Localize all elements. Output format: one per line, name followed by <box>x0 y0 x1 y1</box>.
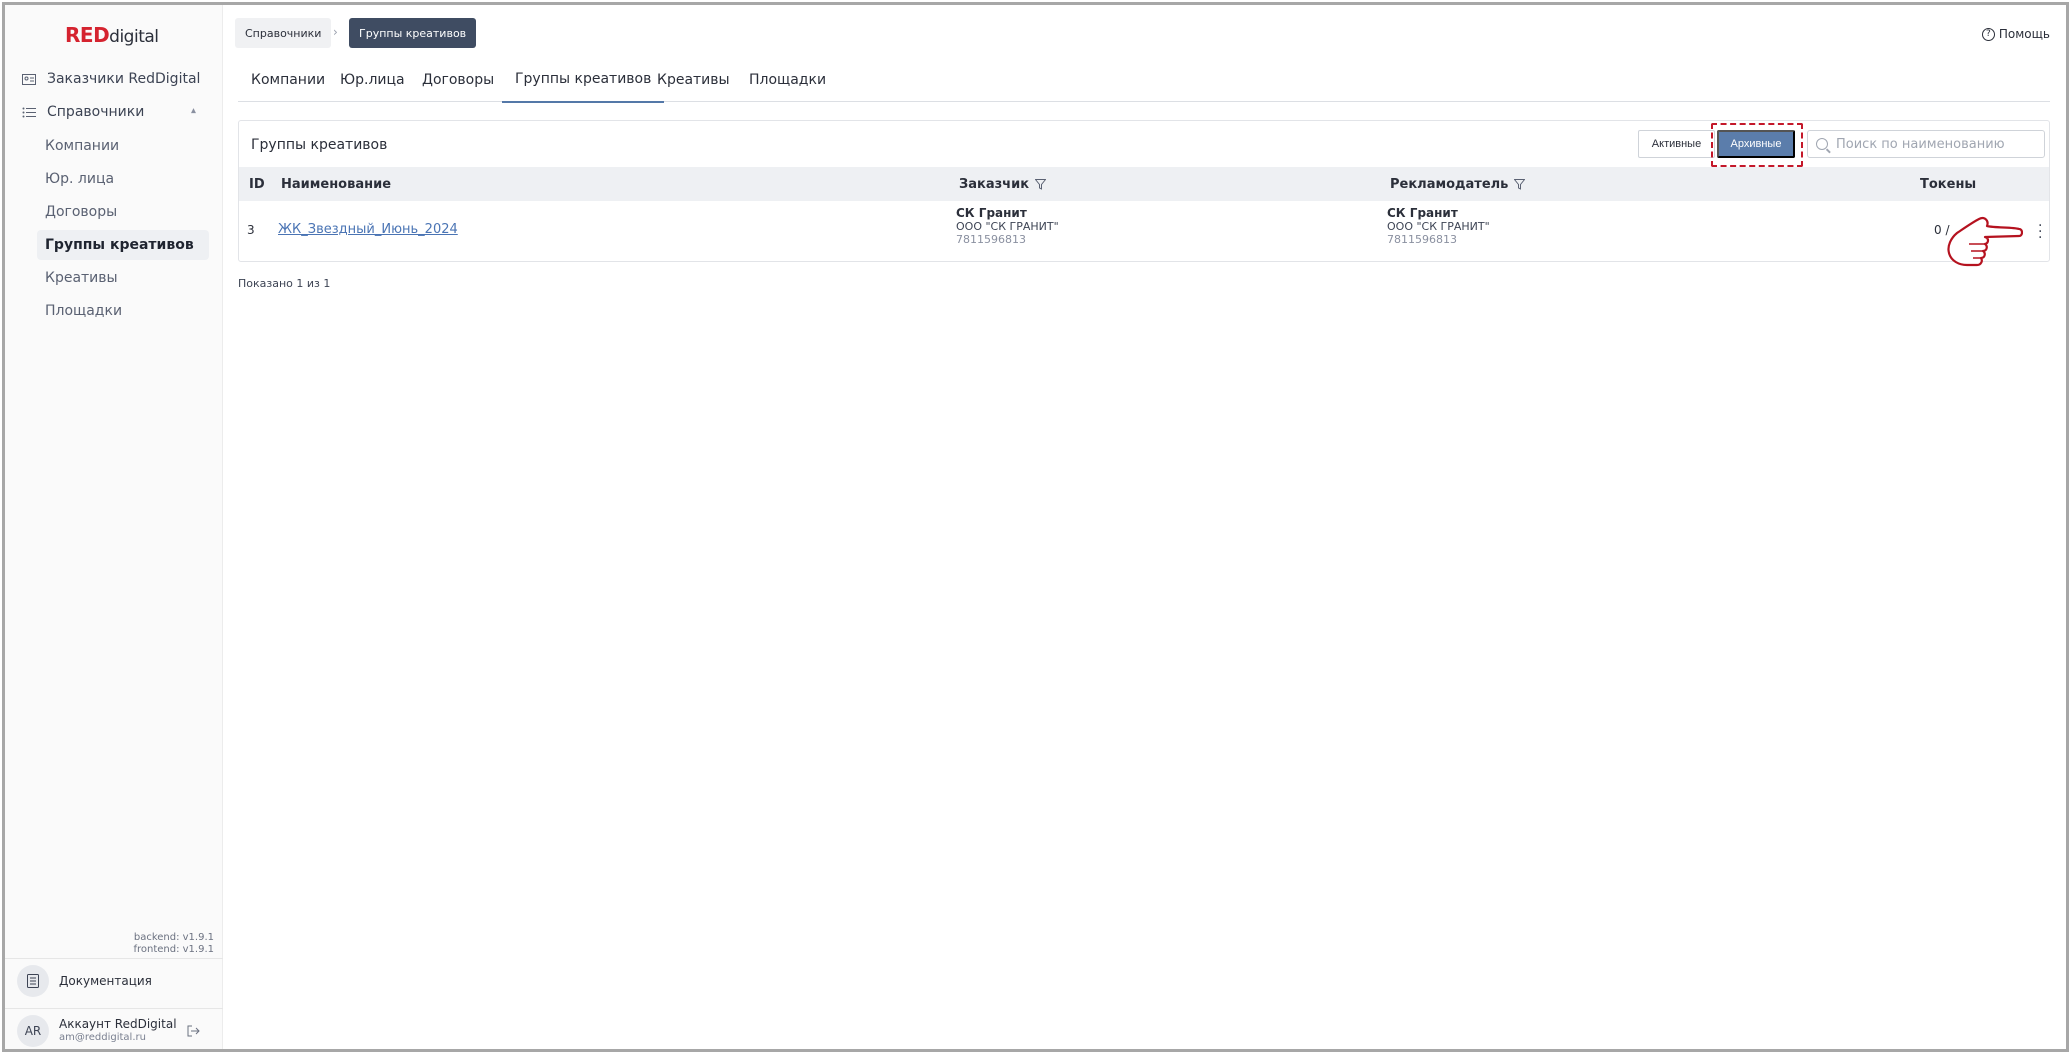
app-window: REDdigital Заказчики RedDigital Справочн… <box>2 2 2069 1052</box>
tab-legal-entities[interactable]: Юр.лица <box>327 57 418 102</box>
sidebar-item-customers[interactable]: Заказчики RedDigital <box>21 71 200 87</box>
advertiser-name: СК Гранит <box>1387 206 1458 220</box>
help-link[interactable]: ? Помощь <box>1981 27 2050 41</box>
customer-org: ООО "СК ГРАНИТ" <box>956 220 1059 233</box>
table-header: ID Наименование Заказчик Рекламодатель Т… <box>239 167 2049 201</box>
tab-platforms[interactable]: Площадки <box>736 57 839 102</box>
documentation-label: Документация <box>59 974 152 988</box>
column-customer: Заказчик <box>959 167 1047 201</box>
creative-groups-card: Группы креативов Активные Архивные ID На… <box>238 120 2050 262</box>
column-advertiser-label: Рекламодатель <box>1390 176 1509 192</box>
filter-active-button[interactable]: Активные <box>1638 130 1715 158</box>
sidebar-divider <box>5 1008 223 1009</box>
help-label: Помощь <box>1998 27 2050 41</box>
version-info: backend: v1.9.1 frontend: v1.9.1 <box>133 932 214 956</box>
sidebar: REDdigital Заказчики RedDigital Справочн… <box>5 5 223 1049</box>
id-card-icon <box>21 72 37 86</box>
logo-red: RED <box>65 23 110 47</box>
sidebar-item-legal-entities[interactable]: Юр. лица <box>37 164 209 194</box>
tab-creative-groups[interactable]: Группы креативов <box>502 57 665 103</box>
tab-companies[interactable]: Компании <box>238 57 338 102</box>
sidebar-section-references[interactable]: Справочники <box>21 104 144 120</box>
frontend-version: frontend: v1.9.1 <box>133 944 214 955</box>
document-icon <box>17 965 49 997</box>
sidebar-divider <box>5 958 223 959</box>
row-id: 3 <box>247 223 255 237</box>
logo[interactable]: REDdigital <box>65 23 159 47</box>
customer-inn: 7811596813 <box>956 233 1026 246</box>
account-info[interactable]: AR Аккаунт RedDigital am@reddigital.ru <box>17 1015 177 1047</box>
advertiser-inn: 7811596813 <box>1387 233 1457 246</box>
avatar: AR <box>17 1015 49 1047</box>
column-customer-label: Заказчик <box>959 176 1030 192</box>
documentation-link[interactable]: Документация <box>17 965 152 997</box>
logout-icon[interactable] <box>187 1025 200 1041</box>
breadcrumb-current[interactable]: Группы креативов <box>349 18 477 48</box>
table-row[interactable]: 3 ЖК_Звездный_Июнь_2024 СК Гранит ООО "С… <box>239 201 2049 261</box>
sidebar-item-creatives[interactable]: Креативы <box>37 263 209 293</box>
backend-version: backend: v1.9.1 <box>133 932 214 943</box>
highlight-box <box>1711 123 1803 167</box>
advertiser-org: ООО "СК ГРАНИТ" <box>1387 220 1490 233</box>
column-id: ID <box>249 176 265 192</box>
pagination-summary: Показано 1 из 1 <box>238 277 331 290</box>
question-icon: ? <box>1981 27 1995 41</box>
column-tokens: Токены <box>1920 176 1977 192</box>
column-name: Наименование <box>281 176 392 192</box>
customer-name: СК Гранит <box>956 206 1027 220</box>
sidebar-section-label: Справочники <box>47 104 145 120</box>
filter-icon[interactable] <box>1035 178 1047 190</box>
sidebar-item-creative-groups[interactable]: Группы креативов <box>37 230 209 260</box>
more-actions-icon[interactable]: · · · <box>2038 219 2042 245</box>
row-customer: СК Гранит ООО "СК ГРАНИТ" 7811596813 <box>956 206 1059 247</box>
logo-rest: digital <box>109 27 159 47</box>
tab-contracts[interactable]: Договоры <box>409 57 507 102</box>
column-advertiser: Рекламодатель <box>1390 167 1526 201</box>
row-name-link[interactable]: ЖК_Звездный_Июнь_2024 <box>278 222 458 237</box>
card-title: Группы креативов <box>251 137 388 153</box>
sidebar-item-companies[interactable]: Компании <box>37 131 209 161</box>
pointing-hand-icon <box>1947 217 2023 267</box>
row-advertiser: СК Гранит ООО "СК ГРАНИТ" 7811596813 <box>1387 206 1490 247</box>
sidebar-item-platforms[interactable]: Площадки <box>37 296 209 326</box>
search-input[interactable] <box>1836 136 2036 152</box>
breadcrumb-separator-icon: › <box>333 25 338 39</box>
sidebar-item-contracts[interactable]: Договоры <box>37 197 209 227</box>
list-icon <box>21 105 37 119</box>
account-name: Аккаунт RedDigital <box>59 1017 177 1031</box>
sidebar-item-label: Заказчики RedDigital <box>47 71 201 87</box>
search-box[interactable] <box>1807 130 2045 158</box>
search-icon <box>1816 138 1828 150</box>
breadcrumb-parent[interactable]: Справочники <box>235 18 332 48</box>
account-email: am@reddigital.ru <box>59 1032 146 1043</box>
filter-icon[interactable] <box>1514 178 1526 190</box>
chevron-up-icon[interactable]: ▾ <box>191 105 196 116</box>
tab-creatives[interactable]: Креативы <box>644 57 743 102</box>
tab-bar: Компании Юр.лица Договоры Группы креатив… <box>238 57 2050 103</box>
